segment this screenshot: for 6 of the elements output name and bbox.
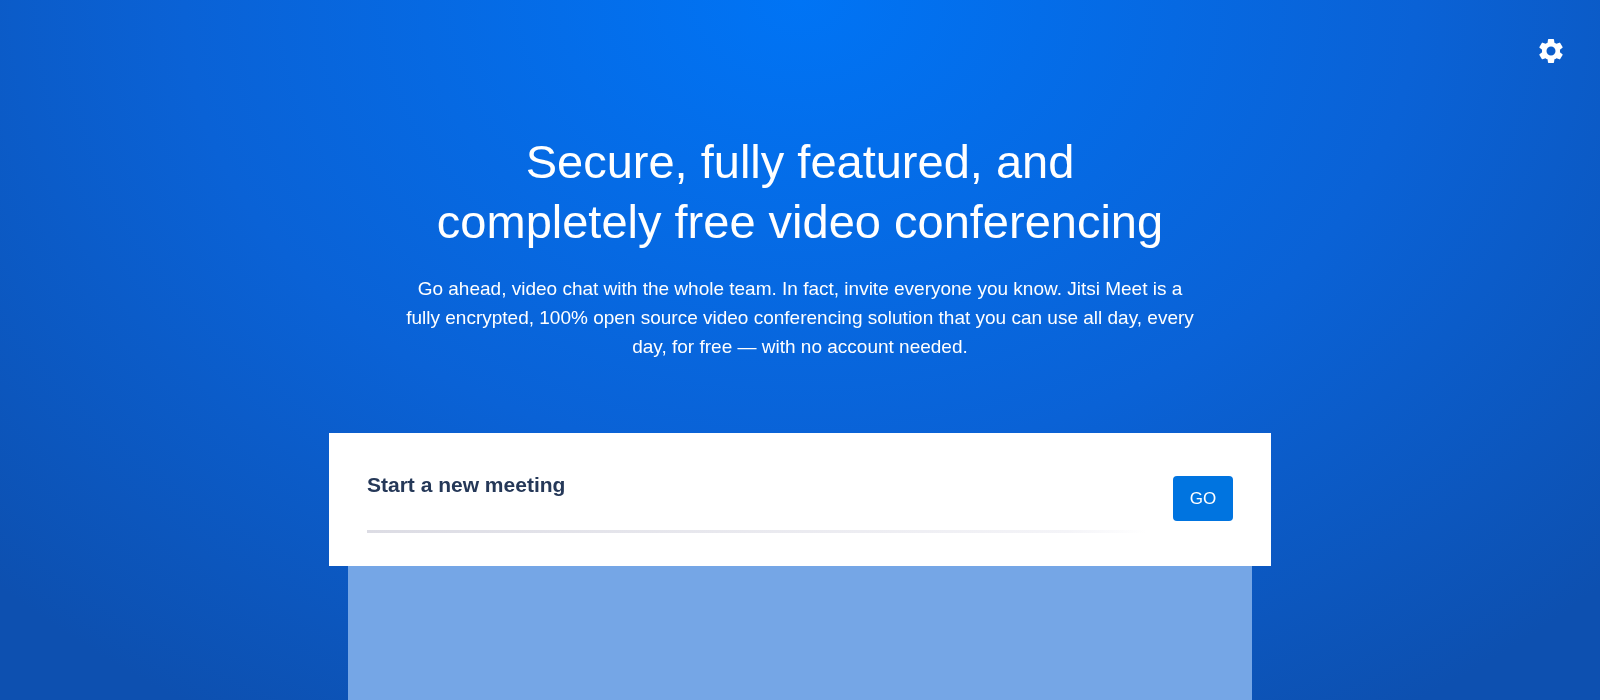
description-text: Go ahead, video chat with the whole team. In fact, invite everyone you know. Jitsi Meet is a fully encrypted, 100% open source video conferencing solution that you can use all day, every day, for free — with no account needed. xyxy=(405,277,1195,359)
meeting-name-field[interactable]: Start a new meeting xyxy=(367,472,1145,533)
meeting-name-input[interactable]: Start a new meeting xyxy=(367,472,1145,498)
go-button[interactable]: GO xyxy=(1173,476,1233,521)
headline: Secure, fully featured, and completely free video conferencing xyxy=(436,134,1164,250)
settings-icon[interactable] xyxy=(1536,36,1566,66)
